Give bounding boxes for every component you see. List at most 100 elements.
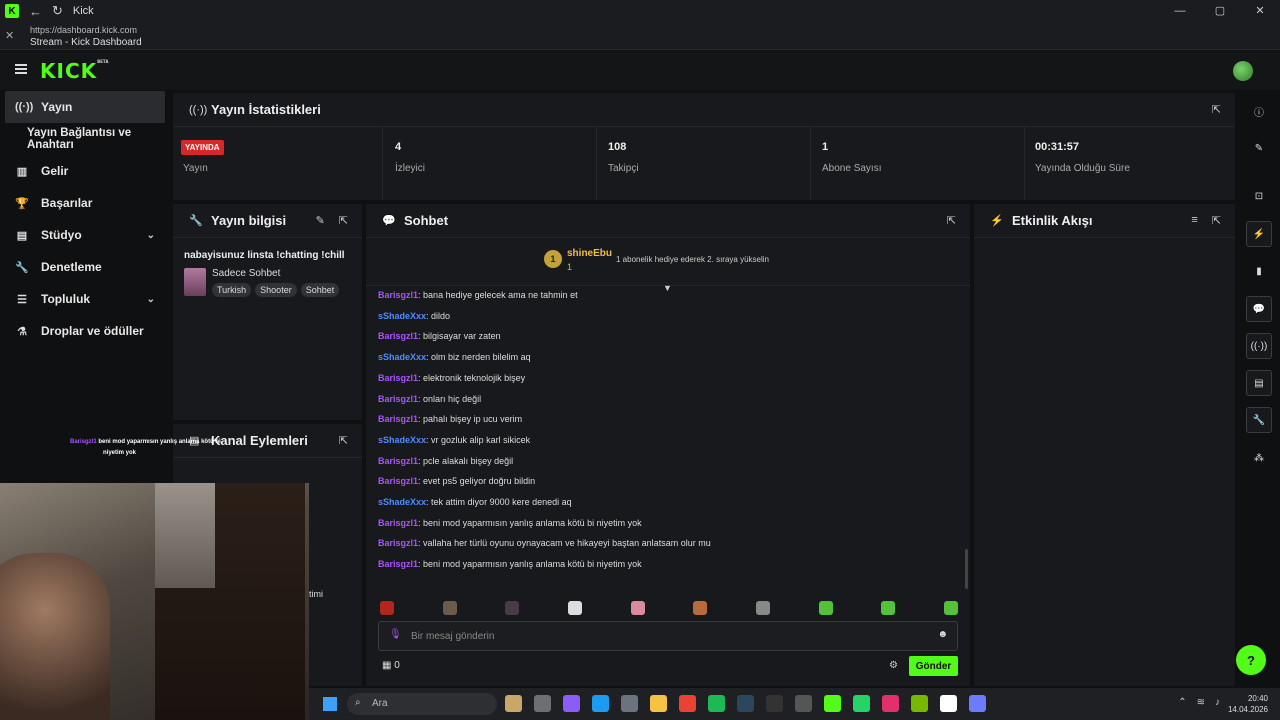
sidebar-item-denetleme[interactable]: 🔧 Denetleme [5,251,165,283]
community-icon: ☰ [17,293,27,306]
taskbar-app-icon[interactable] [737,695,754,712]
emote-icon[interactable] [818,601,833,615]
taskbar-app-icon[interactable] [505,695,522,712]
taskbar-app-icon[interactable] [969,695,986,712]
wrench-icon[interactable]: 🔧 [1246,407,1272,433]
taskbar-app-icon[interactable] [882,695,899,712]
expand-icon[interactable]: ⇱ [947,214,956,227]
windows-start-icon[interactable] [323,697,337,711]
trash-icon[interactable]: ▮ [1246,258,1272,284]
chat-username[interactable]: Barisgzl1 [378,331,418,341]
taskbar-app-icon[interactable] [563,695,580,712]
filter-icon[interactable]: ≡ [1191,214,1197,227]
wifi-icon[interactable]: ≋ [1197,697,1205,708]
chat-username[interactable]: sShadeXxx [378,497,426,507]
sidebar-item-stream-key[interactable]: Yayın Bağlantısı ve Anahtarı [27,123,172,155]
taskbar-app-icon[interactable] [824,695,841,712]
chat-username[interactable]: Barisgzl1 [378,456,418,466]
expand-icon[interactable]: ⇱ [1212,214,1221,227]
edit-icon[interactable]: ✎ [316,214,325,227]
lightning-icon[interactable]: ⚡ [1246,221,1272,247]
chat-message: Barisgzl1: pahalı bişey ip ucu verim [378,414,522,424]
menu-icon[interactable] [15,64,27,74]
close-icon[interactable]: ✕ [5,29,14,42]
minimize-button[interactable]: — [1160,0,1200,22]
expand-icon[interactable]: ⇱ [339,434,348,447]
sidebar-item-topluluk[interactable]: ☰ Topluluk ⌄ [5,283,165,315]
sidebar-item-studyo[interactable]: ▤ Stüdyo ⌄ [5,219,165,251]
taskbar-app-icon[interactable] [592,695,609,712]
sidebar-item-basarilar[interactable]: 🏆 Başarılar [5,187,165,219]
refresh-icon[interactable]: ↻ [52,3,63,19]
chat-username[interactable]: sShadeXxx [378,311,426,321]
emote-icon[interactable] [505,601,520,615]
avatar[interactable] [1233,61,1253,81]
info-icon[interactable]: ⓘ [1246,98,1272,124]
taskbar-app-icon[interactable] [679,695,696,712]
taskbar-app-icon[interactable] [940,695,957,712]
maximize-button[interactable]: ▢ [1200,0,1240,22]
broadcast-icon[interactable]: ((·)) [1246,333,1272,359]
emote-icon[interactable] [567,601,582,615]
channel-points[interactable]: ▦ 0 [382,660,400,671]
drops-icon: ⚗ [17,325,27,338]
chat-icon[interactable]: 💬 [1246,296,1272,322]
pencil-icon[interactable]: ✎ [1246,135,1272,161]
emote-icon[interactable] [693,601,708,615]
expand-icon[interactable]: ⇱ [339,214,348,227]
chat-username[interactable]: Barisgzl1 [378,476,418,486]
chat-scrollbar[interactable] [965,549,968,589]
emote-icon[interactable] [943,601,958,615]
close-window-button[interactable]: ✕ [1240,0,1280,22]
chat-username[interactable]: Barisgzl1 [378,559,418,569]
taskbar-app-icon[interactable] [911,695,928,712]
chat-username[interactable]: Barisgzl1 [378,538,418,548]
sidebar-item-droplar[interactable]: ⚗ Droplar ve ödüller [5,315,165,347]
emote-icon[interactable] [380,601,394,615]
studio-icon: ▤ [16,229,28,242]
taskbar-app-icon[interactable] [534,695,551,712]
chat-filter-icon[interactable]: ▼ [663,283,672,293]
chat-input[interactable] [411,627,921,645]
expand-icon[interactable]: ⇱ [1212,103,1221,116]
emote-icon[interactable] [755,601,770,615]
back-icon[interactable]: ← [29,4,42,19]
chat-username[interactable]: Barisgzl1 [378,290,418,300]
chat-username[interactable]: Barisgzl1 [378,394,418,404]
chat-username[interactable]: Barisgzl1 [378,518,418,528]
tray-chevron-icon[interactable]: ⌃ [1178,697,1186,708]
taskbar-search[interactable]: ⌕ Ara [347,693,497,715]
community-icon[interactable]: ⁂ [1246,445,1272,471]
taskbar-clock[interactable]: 20:40 14.04.2026 [1228,693,1268,715]
chat-username[interactable]: Barisgzl1 [378,373,418,383]
layout-icon[interactable]: ▤ [1246,370,1272,396]
category-thumbnail [184,268,206,296]
send-button[interactable]: Gönder [909,656,958,676]
taskbar-app-icon[interactable] [853,695,870,712]
emote-icon[interactable] [881,601,896,615]
taskbar-app-icon[interactable] [650,695,667,712]
chat-username[interactable]: sShadeXxx [378,435,426,445]
taskbar-app-icon[interactable] [708,695,725,712]
pinned-gift-banner[interactable]: 1 shineEbu 1 1 abonelik hediye ederek 2.… [366,238,970,286]
emote-icon[interactable] [442,601,457,615]
sidebar-item-gelir[interactable]: ▥ Gelir [5,155,165,187]
sidebar-item-yayin[interactable]: ((·)) Yayın [5,91,165,123]
taskbar-app-icon[interactable] [795,695,812,712]
kick-logo[interactable]: KICKBETA [40,59,108,83]
chat-input-box[interactable]: 🎙 ☻ [378,621,958,651]
focus-icon[interactable]: ⊡ [1246,183,1272,209]
volume-icon[interactable]: ♪ [1215,697,1220,708]
microphone-icon[interactable]: 🎙 [389,629,402,640]
chat-username[interactable]: sShadeXxx [378,352,426,362]
chat-message: Barisgzl1: bilgisayar var zaten [378,331,501,341]
taskbar-app-icon[interactable] [621,695,638,712]
emoji-icon[interactable]: ☻ [937,629,948,640]
gear-icon[interactable]: ⚙ [889,660,898,671]
chat-username[interactable]: Barisgzl1 [378,414,418,424]
taskbar-app-icon[interactable] [766,695,783,712]
emote-icon[interactable] [630,601,645,615]
stat-uptime: 00:31:57 Yayında Olduğu Süre [1025,127,1235,200]
url-text[interactable]: https://dashboard.kick.com [30,25,137,35]
support-button[interactable]: ? [1236,645,1266,675]
